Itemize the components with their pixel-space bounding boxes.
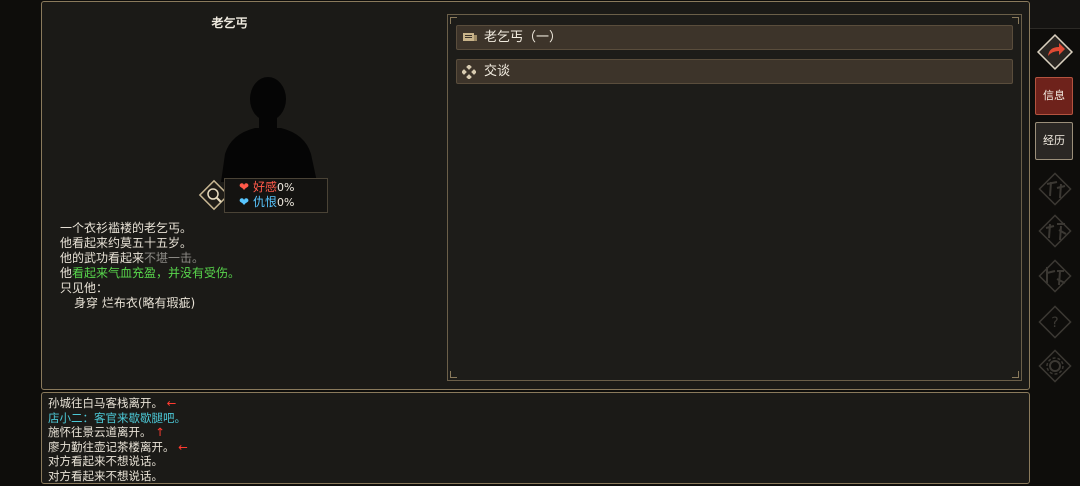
desc-line: 他看起来约莫五十五岁。 bbox=[60, 236, 193, 250]
npc-name: 老乞丐 bbox=[211, 16, 248, 30]
log-text: 对方看起来不想说话。 bbox=[48, 468, 163, 483]
log-text: 店小二：客官来歇歇腿吧。 bbox=[48, 410, 186, 425]
log-line: 孙城往白马客栈离开。 ← bbox=[48, 396, 1023, 411]
health-status: 看起来气血充盈，并没有受伤。 bbox=[72, 266, 241, 280]
option-npc-profile[interactable]: 老乞丐（一） bbox=[456, 25, 1013, 50]
help-icon[interactable]: ? bbox=[1035, 302, 1075, 342]
option-talk[interactable]: 交谈 bbox=[456, 59, 1013, 84]
frame-corner bbox=[450, 17, 457, 24]
side-menu: 信息 经历 ? bbox=[1030, 0, 1080, 486]
scroll-icon bbox=[463, 33, 477, 41]
desc-line: 他看起来气血充盈，并没有受伤。 bbox=[60, 266, 240, 281]
heart-red-icon: ❤ bbox=[239, 180, 250, 194]
log-line: 对方看起来不想说话。 bbox=[48, 469, 1023, 484]
log-line: 廖力勤往壶记茶楼离开。 ← bbox=[48, 440, 1023, 455]
side-top-strip bbox=[1030, 0, 1080, 29]
log-text: 孙城往白马客栈离开。 bbox=[48, 396, 163, 410]
favor-row: ❤ 好感 bbox=[239, 180, 277, 195]
sect-icon[interactable] bbox=[1035, 257, 1075, 295]
frame-corner bbox=[1012, 17, 1019, 24]
desc-text: 他的武功看起来 bbox=[60, 251, 145, 265]
npc-portrait-silhouette bbox=[221, 77, 317, 182]
log-line: 对方看起来不想说话。 bbox=[48, 454, 1023, 469]
martial-arts-icon[interactable] bbox=[1035, 212, 1075, 250]
arrow-up-icon: ↑ bbox=[155, 425, 165, 439]
npc-info-panel: 老乞丐 ❤ 好感 0% ❤ 仇恨 0% 一个衣衫褴褛的老乞丐。 他看起来约莫五十五岁… bbox=[41, 1, 1030, 390]
history-tab-button[interactable]: 经历 bbox=[1035, 122, 1073, 160]
relation-box: ❤ 好感 0% ❤ 仇恨 0% bbox=[224, 178, 328, 213]
martial-rating: 不堪一击。 bbox=[144, 251, 205, 265]
arrow-left-icon: ← bbox=[178, 439, 188, 454]
diamond-cluster-icon bbox=[462, 65, 476, 79]
info-tab-button[interactable]: 信息 bbox=[1035, 77, 1073, 115]
arrow-left-icon: ← bbox=[166, 396, 177, 410]
option-label: 交谈 bbox=[484, 64, 511, 79]
desc-line: 他的武功看起来不堪一击。 bbox=[60, 251, 240, 266]
interaction-options-panel: 老乞丐（一） 交谈 bbox=[447, 14, 1022, 381]
log-text: 对方看起来不想说话。 bbox=[48, 454, 163, 468]
hatred-value: 0% bbox=[277, 196, 295, 209]
npc-description: 一个衣衫褴褛的老乞丐。 他看起来约莫五十五岁。 他的武功看起来不堪一击。 他看起… bbox=[60, 221, 240, 311]
favor-label: 好感 bbox=[253, 180, 278, 194]
log-text: 廖力勤往壶记茶楼离开。 bbox=[48, 439, 175, 454]
frame-corner bbox=[450, 371, 457, 378]
desc-line: 一个衣衫褴褛的老乞丐。 bbox=[60, 221, 193, 235]
hatred-label: 仇恨 bbox=[253, 195, 278, 209]
log-line: 施怀往景云道离开。 ↑ bbox=[48, 425, 1023, 440]
desc-text: 他 bbox=[60, 266, 73, 280]
message-log: 孙城往白马客栈离开。 ← 店小二：客官来歇歇腿吧。 施怀往景云道离开。 ↑ 廖力… bbox=[41, 392, 1030, 484]
log-line: 店小二：客官来歇歇腿吧。 bbox=[48, 411, 1023, 426]
svg-text:?: ? bbox=[1051, 315, 1058, 331]
option-label: 老乞丐（一） bbox=[484, 30, 563, 45]
heart-blue-icon: ❤ bbox=[239, 195, 250, 209]
hatred-row: ❤ 仇恨 bbox=[239, 195, 277, 210]
back-arrow-icon[interactable] bbox=[1035, 32, 1075, 72]
equipment-line: 身穿 烂布衣(略有瑕疵) bbox=[74, 296, 196, 310]
frame-corner bbox=[1012, 371, 1019, 378]
log-text: 施怀往景云道离开。 bbox=[48, 425, 152, 439]
settings-icon[interactable] bbox=[1035, 346, 1075, 386]
favor-value: 0% bbox=[277, 181, 295, 194]
work-icon[interactable] bbox=[1035, 170, 1075, 208]
desc-line: 只见他： bbox=[60, 281, 109, 295]
